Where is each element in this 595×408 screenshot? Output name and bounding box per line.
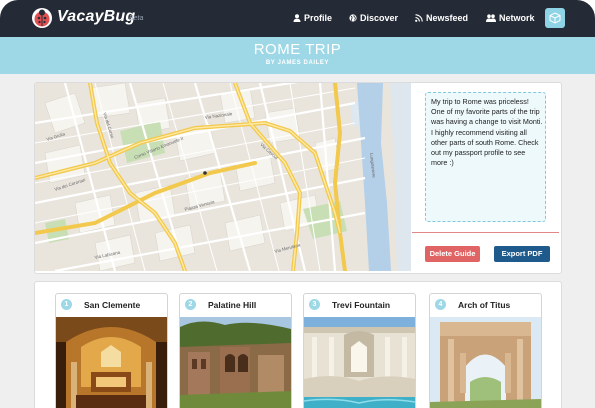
cube-icon bbox=[549, 12, 561, 24]
street-map: Via Giulia Via Nazionale Via dei Coronar… bbox=[35, 83, 411, 271]
nav-newsfeed-label: Newsfeed bbox=[426, 13, 469, 23]
palatine-hill-photo bbox=[180, 317, 291, 408]
site-number-badge: 1 bbox=[61, 299, 72, 310]
ladybug-logo-icon[interactable] bbox=[31, 7, 53, 29]
site-card-palatine-hill[interactable]: 2 Palatine Hill bbox=[179, 293, 292, 408]
trip-title: ROME TRIP bbox=[253, 41, 342, 58]
arch-of-titus-photo bbox=[430, 317, 541, 408]
guide-note[interactable]: My trip to Rome was priceless! One of my… bbox=[425, 92, 546, 222]
trip-banner: ROME TRIP BY JAMES DAILEY bbox=[0, 37, 595, 74]
top-navbar: VacayBug Beta Profile Discover Newsfeed … bbox=[0, 0, 595, 37]
site-card-san-clemente[interactable]: 1 San Clemente bbox=[55, 293, 168, 408]
site-number-badge: 4 bbox=[435, 299, 446, 310]
trevi-fountain-photo bbox=[304, 317, 415, 408]
nav-profile-link[interactable]: Profile bbox=[293, 13, 332, 23]
site-name: San Clemente bbox=[84, 300, 141, 310]
site-name: Arch of Titus bbox=[458, 300, 511, 310]
map-view[interactable]: Via Giulia Via Nazionale Via dei Coronar… bbox=[35, 83, 411, 271]
nav-network-link[interactable]: Network bbox=[486, 13, 535, 23]
site-number-badge: 3 bbox=[309, 299, 320, 310]
divider bbox=[412, 232, 559, 233]
site-name: Trevi Fountain bbox=[332, 300, 391, 310]
site-card-arch-of-titus[interactable]: 4 Arch of Titus bbox=[429, 293, 542, 408]
site-card-trevi-fountain[interactable]: 3 Trevi Fountain bbox=[303, 293, 416, 408]
globe-icon bbox=[349, 14, 357, 22]
nav-network-label: Network bbox=[499, 13, 535, 23]
site-name: Palatine Hill bbox=[208, 300, 257, 310]
user-icon bbox=[293, 14, 301, 22]
trip-author[interactable]: BY JAMES DAILEY bbox=[0, 60, 595, 66]
export-pdf-button[interactable]: Export PDF bbox=[494, 246, 550, 262]
menu-button[interactable] bbox=[545, 8, 565, 28]
nav-profile-label: Profile bbox=[304, 13, 333, 23]
delete-guide-button[interactable]: Delete Guide bbox=[425, 246, 480, 262]
site-number-badge: 2 bbox=[185, 299, 196, 310]
rss-icon bbox=[415, 14, 423, 22]
beta-badge: Beta bbox=[129, 15, 144, 22]
app-window: VacayBug Beta Profile Discover Newsfeed … bbox=[0, 0, 595, 408]
nav-discover-link[interactable]: Discover bbox=[349, 13, 398, 23]
san-clemente-photo bbox=[56, 317, 167, 408]
brand-name[interactable]: VacayBug bbox=[57, 8, 135, 26]
nav-discover-label: Discover bbox=[360, 13, 399, 23]
nav-newsfeed-link[interactable]: Newsfeed bbox=[415, 13, 468, 23]
users-icon bbox=[486, 14, 496, 22]
